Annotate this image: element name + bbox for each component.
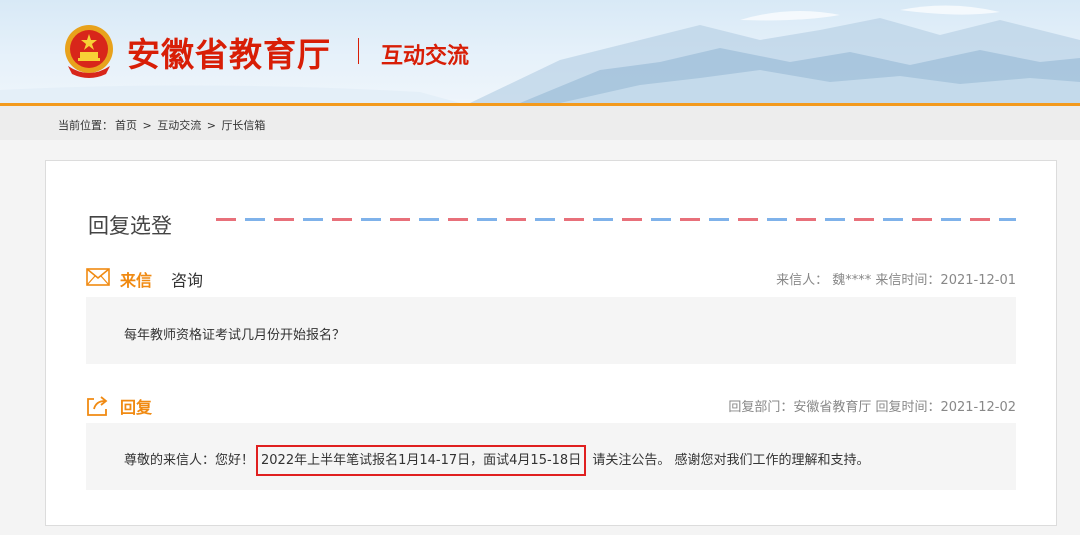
dash-segment <box>332 218 352 221</box>
breadcrumb-bar: 当前位置： 首页 > 互动交流 > 厅长信箱 <box>0 106 1080 140</box>
dash-segment <box>535 218 555 221</box>
dash-segment <box>593 218 613 221</box>
letter-meta: 来信人： 魏**** 来信时间：2021-12-01 <box>776 273 1016 288</box>
dash-segment <box>970 218 990 221</box>
dash-segment <box>390 218 410 221</box>
reply-closing: 请关注公告。 感谢您对我们工作的理解和支持。 <box>592 453 870 468</box>
breadcrumb-separator: > <box>206 119 216 132</box>
envelope-dash-decoration <box>216 218 1016 221</box>
letter-content-box: 每年教师资格证考试几月份开始报名？ <box>86 297 1016 364</box>
dash-segment <box>274 218 294 221</box>
breadcrumb-separator: > <box>142 119 152 132</box>
section-title[interactable]: 互动交流 <box>381 38 469 70</box>
reply-content-box: 尊敬的来信人：您好！ 2022年上半年笔试报名1月14-17日，面试4月15-18… <box>86 423 1016 490</box>
letter-label: 来信 <box>120 271 153 290</box>
dash-segment <box>245 218 265 221</box>
dash-segment <box>680 218 700 221</box>
dash-segment <box>564 218 584 221</box>
reply-greeting: 尊敬的来信人：您好！ <box>124 453 255 468</box>
reply-header: 回复 回复部门：安徽省教育厅 回复时间：2021-12-02 <box>86 394 1016 417</box>
dash-segment <box>912 218 932 221</box>
dash-segment <box>622 218 642 221</box>
dash-segment <box>419 218 439 221</box>
dash-segment <box>999 218 1016 221</box>
national-emblem-icon <box>65 25 113 78</box>
site-title[interactable]: 安徽省教育厅 <box>127 28 331 76</box>
dash-segment <box>883 218 903 221</box>
reply-highlight: 2022年上半年笔试报名1月14-17日，面试4月15-18日 <box>256 445 587 476</box>
title-divider <box>358 38 359 64</box>
dash-segment <box>448 218 468 221</box>
dash-segment <box>506 218 526 221</box>
site-header: 安徽省教育厅 互动交流 <box>0 0 1080 103</box>
breadcrumb: 当前位置： 首页 > 互动交流 > 厅长信箱 <box>58 117 267 133</box>
dash-segment <box>651 218 671 221</box>
reply-content: 尊敬的来信人：您好！ 2022年上半年笔试报名1月14-17日，面试4月15-18… <box>124 445 870 476</box>
dash-segment <box>796 218 816 221</box>
letter-header: 来信 咨询 来信人： 魏**** 来信时间：2021-12-01 <box>86 267 1016 290</box>
letter-content: 每年教师资格证考试几月份开始报名？ <box>124 328 346 343</box>
dash-segment <box>303 218 323 221</box>
reply-panel: 回复选登 来信 咨询 来信人： 魏**** 来信时间：2021-12-01 每年… <box>45 160 1057 526</box>
letter-subject: 咨询 <box>171 271 204 290</box>
dash-segment <box>709 218 729 221</box>
breadcrumb-interaction-link[interactable]: 互动交流 <box>157 119 201 132</box>
dash-segment <box>854 218 874 221</box>
breadcrumb-home-link[interactable]: 首页 <box>115 119 137 132</box>
share-reply-icon <box>87 396 108 416</box>
dash-segment <box>477 218 497 221</box>
dash-segment <box>216 218 236 221</box>
dash-segment <box>738 218 758 221</box>
reply-meta: 回复部门：安徽省教育厅 回复时间：2021-12-02 <box>728 400 1016 415</box>
dash-segment <box>825 218 845 221</box>
breadcrumb-prefix: 当前位置： <box>58 119 113 132</box>
dash-segment <box>361 218 381 221</box>
reply-label: 回复 <box>120 398 153 417</box>
panel-title: 回复选登 <box>88 214 172 238</box>
dash-segment <box>941 218 961 221</box>
dash-segment <box>767 218 787 221</box>
envelope-icon <box>86 268 110 286</box>
breadcrumb-mailbox-link[interactable]: 厅长信箱 <box>221 119 265 132</box>
